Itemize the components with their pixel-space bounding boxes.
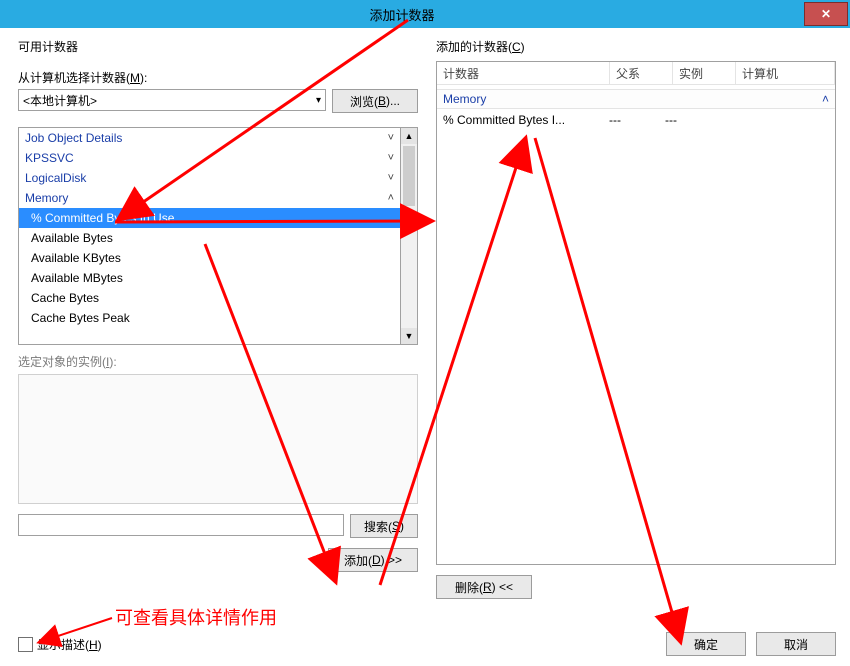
added-counters-panel: 添加的计数器(C) 计数器 父系 实例 计算机 Memory % Committ…: [436, 38, 836, 656]
dialog-footer: 显示描述(H) 确定 取消: [18, 632, 836, 656]
chevron-down-icon: [388, 152, 394, 164]
counter-item[interactable]: Available MBytes: [19, 268, 400, 288]
ok-button[interactable]: 确定: [666, 632, 746, 656]
close-button[interactable]: ✕: [804, 2, 848, 26]
remove-button[interactable]: 删除(R) <<: [436, 575, 532, 599]
cell-parent: ---: [603, 113, 659, 127]
category-label: KPSSVC: [25, 151, 74, 165]
header-instance[interactable]: 实例: [673, 62, 736, 84]
annotation-text: 可查看具体详情作用: [115, 604, 277, 630]
chevron-down-icon: [388, 172, 394, 184]
close-icon: ✕: [821, 7, 831, 21]
chevron-down-icon: [388, 132, 394, 144]
instances-label: 选定对象的实例(I):: [18, 353, 418, 370]
added-group-header[interactable]: Memory: [437, 89, 835, 109]
search-input[interactable]: [18, 514, 344, 536]
header-computer[interactable]: 计算机: [736, 62, 835, 84]
counter-categories-listbox: Job Object Details KPSSVC LogicalDisk Memor…: [18, 127, 418, 345]
chevron-down-icon: ▾: [316, 95, 321, 106]
dialog-body: 可用计数器 从计算机选择计数器(M): <本地计算机> ▾ 浏览(B)... J…: [0, 28, 850, 666]
counter-item[interactable]: % Committed Bytes In Use: [19, 208, 400, 228]
header-parent[interactable]: 父系: [610, 62, 673, 84]
computer-select[interactable]: <本地计算机> ▾: [18, 89, 326, 111]
counter-categories-list[interactable]: Job Object Details KPSSVC LogicalDisk Memor…: [18, 127, 401, 345]
checkbox-icon: [18, 637, 33, 652]
category-item[interactable]: Job Object Details: [19, 128, 400, 148]
added-counters-list[interactable]: 计数器 父系 实例 计算机 Memory % Committed Bytes I…: [436, 61, 836, 565]
instances-listbox[interactable]: [18, 374, 418, 504]
scroll-up-icon[interactable]: ▲: [401, 128, 417, 144]
scroll-thumb[interactable]: [403, 146, 415, 206]
category-item[interactable]: Memory: [19, 188, 400, 208]
show-description-label: 显示描述(H): [37, 636, 102, 653]
add-button[interactable]: 添加(D) >>: [328, 548, 418, 572]
counters-scrollbar[interactable]: ▲ ▼: [401, 127, 418, 345]
counter-item[interactable]: Available KBytes: [19, 248, 400, 268]
computer-select-value: <本地计算机>: [23, 92, 97, 109]
chevron-up-icon: [822, 92, 829, 106]
titlebar: 添加计数器 ✕: [0, 0, 850, 28]
header-counter[interactable]: 计数器: [437, 62, 610, 84]
counter-item[interactable]: Cache Bytes Peak: [19, 308, 400, 328]
browse-button[interactable]: 浏览(B)...: [332, 89, 418, 113]
counter-item[interactable]: Cache Bytes: [19, 288, 400, 308]
added-counters-body: Memory % Committed Bytes I...------: [437, 85, 835, 564]
category-label: Job Object Details: [25, 131, 122, 145]
category-label: Memory: [25, 191, 68, 205]
search-button[interactable]: 搜索(S): [350, 514, 418, 538]
scroll-down-icon[interactable]: ▼: [401, 328, 417, 344]
computer-select-row: <本地计算机> ▾ 浏览(B)...: [18, 89, 418, 113]
category-item[interactable]: LogicalDisk: [19, 168, 400, 188]
added-group-name: Memory: [443, 92, 486, 106]
added-counters-label: 添加的计数器(C): [436, 38, 836, 55]
counter-item[interactable]: Available Bytes: [19, 228, 400, 248]
available-counters-label: 可用计数器: [18, 38, 418, 55]
select-from-computer-label: 从计算机选择计数器(M):: [18, 69, 418, 86]
show-description-checkbox[interactable]: 显示描述(H): [18, 636, 102, 653]
available-counters-panel: 可用计数器 从计算机选择计数器(M): <本地计算机> ▾ 浏览(B)... J…: [18, 38, 418, 656]
chevron-up-icon: [388, 192, 394, 204]
cancel-button[interactable]: 取消: [756, 632, 836, 656]
titlebar-title: 添加计数器: [0, 5, 804, 24]
table-row[interactable]: % Committed Bytes I...------: [437, 109, 835, 131]
category-item[interactable]: KPSSVC: [19, 148, 400, 168]
cell-counter: % Committed Bytes I...: [443, 113, 603, 127]
cell-instance: ---: [659, 113, 715, 127]
category-label: LogicalDisk: [25, 171, 86, 185]
added-counters-header: 计数器 父系 实例 计算机: [437, 62, 835, 85]
